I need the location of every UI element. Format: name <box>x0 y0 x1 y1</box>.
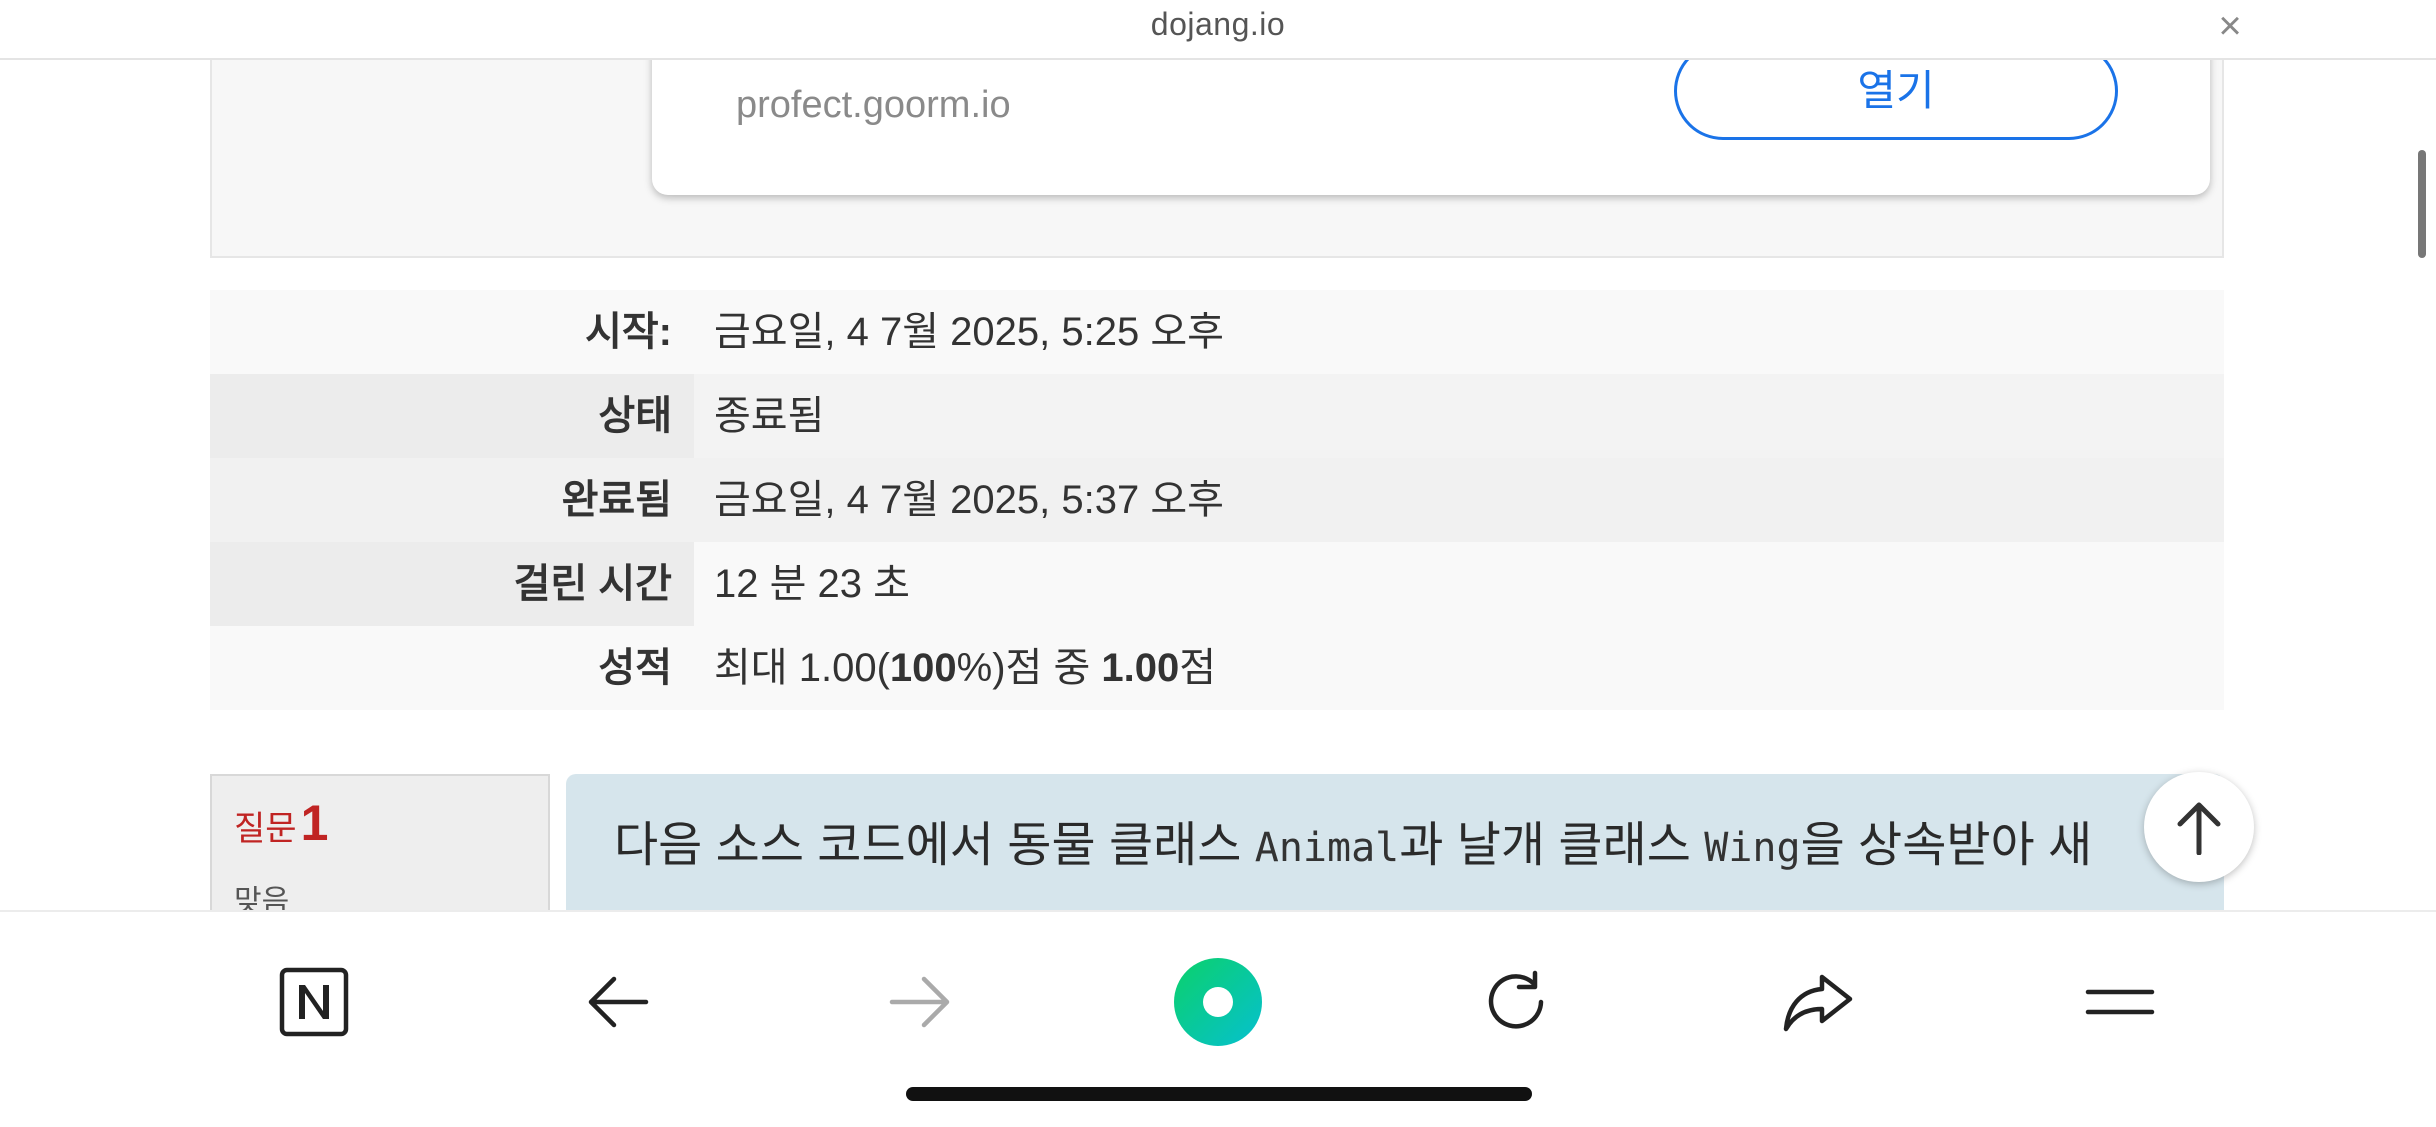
naver-home-button[interactable] <box>264 952 364 1052</box>
browser-top-bar: dojang.io × <box>0 0 2436 60</box>
back-button[interactable] <box>568 952 668 1052</box>
reload-button[interactable] <box>1466 952 1566 1052</box>
summary-label: 시작: <box>585 310 672 354</box>
summary-label: 완료됨 <box>561 478 672 522</box>
summary-value: 12 분 23 초 <box>694 542 2224 626</box>
question-text-part: 과 날개 클래스 <box>1399 819 1705 872</box>
ad-open-button[interactable]: 열기 <box>1674 58 2118 140</box>
question-status: 맞음 <box>234 885 290 910</box>
summary-row-grade: 성적 최대 1.00(100%)점 중 1.00점 <box>210 626 2224 710</box>
attempt-summary-table: 시작: 금요일, 4 7월 2025, 5:25 오후 상태 종료됨 완료됨 금… <box>210 290 2224 710</box>
summary-row-started: 시작: 금요일, 4 7월 2025, 5:25 오후 <box>210 290 2224 374</box>
green-dot-icon <box>1174 958 1262 1046</box>
summary-row-time-taken: 걸린 시간 12 분 23 초 <box>210 542 2224 626</box>
arrow-up-icon <box>2177 802 2221 855</box>
grade-text: 점 <box>1179 646 1217 690</box>
naver-home-icon <box>279 967 349 1037</box>
forward-button[interactable] <box>870 952 970 1052</box>
green-dot-button[interactable] <box>1168 952 1268 1052</box>
question-label-text: 질문 <box>234 810 297 848</box>
grade-percent: 100 <box>889 646 957 690</box>
grade-text: %)점 중 <box>956 646 1102 690</box>
summary-value: 종료됨 <box>694 374 2224 458</box>
grade-text: 최대 1.00( <box>714 646 890 690</box>
summary-value: 금요일, 4 7월 2025, 5:37 오후 <box>714 478 1224 522</box>
page-content: profect.goorm.io 열기 시작: 금요일, 4 7월 2025, … <box>0 58 2436 910</box>
share-icon <box>1783 974 1853 1032</box>
summary-label: 상태 <box>210 374 694 458</box>
question-number: 1 <box>300 795 329 851</box>
url-label[interactable]: dojang.io <box>0 6 2436 43</box>
ad-card[interactable]: profect.goorm.io 열기 <box>652 58 2210 195</box>
summary-row-state: 상태 종료됨 <box>210 374 2224 458</box>
reload-icon <box>1488 970 1544 1029</box>
summary-value-grade: 최대 1.00(100%)점 중 1.00점 <box>694 626 2224 710</box>
ad-domain: profect.goorm.io <box>736 84 1011 126</box>
forward-icon <box>889 976 950 1028</box>
question-text: 다음 소스 코드에서 동물 클래스 Animal과 날개 클래스 Wing을 상… <box>566 774 2224 910</box>
code-wing: Wing <box>1704 825 1801 871</box>
question-label: 질문1 <box>234 794 328 852</box>
menu-icon <box>2085 989 2155 1015</box>
question-text-part: 다음 소스 코드에서 동물 클래스 <box>614 819 1255 872</box>
ad-frame: profect.goorm.io 열기 <box>210 58 2224 258</box>
summary-label: 성적 <box>598 646 672 690</box>
scrollbar-thumb[interactable] <box>2418 150 2426 258</box>
summary-row-completed: 완료됨 금요일, 4 7월 2025, 5:37 오후 <box>210 458 2224 542</box>
summary-value: 금요일, 4 7월 2025, 5:25 오후 <box>714 310 1224 354</box>
summary-label: 걸린 시간 <box>210 542 694 626</box>
share-button[interactable] <box>1768 952 1868 1052</box>
home-indicator[interactable] <box>906 1087 1532 1101</box>
close-icon[interactable]: × <box>2208 4 2252 48</box>
question-text-part: 을 상속받아 새 <box>1800 819 2093 872</box>
scroll-to-top-button[interactable] <box>2144 772 2254 882</box>
back-icon <box>588 976 649 1028</box>
grade-score: 1.00 <box>1101 646 1180 690</box>
question-info: 질문1 맞음 <box>210 774 550 910</box>
menu-button[interactable] <box>2070 952 2170 1052</box>
code-animal: Animal <box>1254 825 1400 871</box>
